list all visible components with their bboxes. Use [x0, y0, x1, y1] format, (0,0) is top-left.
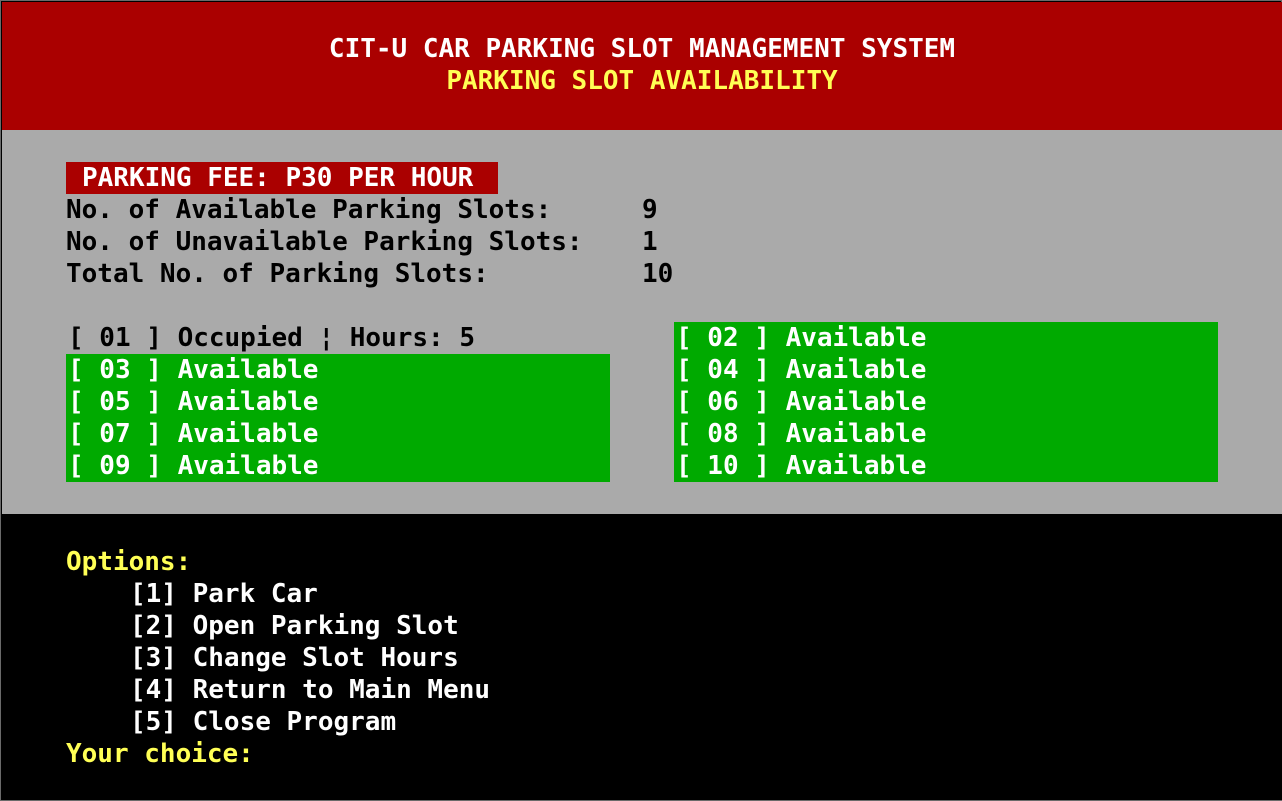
- unavailable-slots-label: No. of Unavailable Parking Slots:: [66, 227, 583, 257]
- slot-07-label: [ 07 ] Available: [68, 419, 319, 449]
- slot-status-panel: PARKING FEE: P30 PER HOUR No. of Availab…: [2, 130, 1282, 514]
- slot-05-label: [ 05 ] Available: [68, 387, 319, 417]
- slot-09-label: [ 09 ] Available: [68, 451, 319, 481]
- slot-01-label: [ 01 ] Occupied ¦ Hours: 5: [68, 323, 475, 353]
- options-panel: Options: [1] Park Car [2] Open Parking S…: [2, 514, 1282, 800]
- slot-02: [ 02 ] Available: [674, 322, 1218, 354]
- header-banner: CIT-U CAR PARKING SLOT MANAGEMENT SYSTEM…: [2, 2, 1282, 130]
- console-window: CIT-U CAR PARKING SLOT MANAGEMENT SYSTEM…: [0, 0, 1282, 801]
- app-title: CIT-U CAR PARKING SLOT MANAGEMENT SYSTEM: [328, 34, 956, 64]
- slot-08-label: [ 08 ] Available: [676, 419, 927, 449]
- slot-06: [ 06 ] Available: [674, 386, 1218, 418]
- slot-10-label: [ 10 ] Available: [676, 451, 927, 481]
- slot-06-label: [ 06 ] Available: [676, 387, 927, 417]
- parking-fee-badge: PARKING FEE: P30 PER HOUR: [66, 162, 498, 194]
- slot-04: [ 04 ] Available: [674, 354, 1218, 386]
- available-slots-label: No. of Available Parking Slots:: [66, 195, 552, 225]
- slot-07: [ 07 ] Available: [66, 418, 610, 450]
- available-slots-value: 9: [642, 195, 658, 225]
- options-title: Options:: [66, 547, 192, 577]
- total-slots-value: 10: [642, 259, 674, 289]
- screen-subtitle: PARKING SLOT AVAILABILITY: [446, 66, 838, 96]
- slot-03-label: [ 03 ] Available: [68, 355, 319, 385]
- slot-05: [ 05 ] Available: [66, 386, 610, 418]
- slot-02-label: [ 02 ] Available: [676, 323, 927, 353]
- parking-fee-text: PARKING FEE: P30 PER HOUR: [82, 163, 474, 193]
- slot-04-label: [ 04 ] Available: [676, 355, 927, 385]
- slot-10: [ 10 ] Available: [674, 450, 1218, 482]
- slot-09: [ 09 ] Available: [66, 450, 610, 482]
- slot-01: [ 01 ] Occupied ¦ Hours: 5: [66, 322, 610, 354]
- option-close-program: [5] Close Program: [130, 707, 397, 737]
- slot-03: [ 03 ] Available: [66, 354, 610, 386]
- slot-08: [ 08 ] Available: [674, 418, 1218, 450]
- option-open-parking-slot: [2] Open Parking Slot: [130, 611, 459, 641]
- choice-prompt[interactable]: Your choice:: [66, 738, 254, 770]
- total-slots-label: Total No. of Parking Slots:: [66, 259, 489, 289]
- option-change-slot-hours: [3] Change Slot Hours: [130, 643, 459, 673]
- option-park-car: [1] Park Car: [130, 579, 318, 609]
- unavailable-slots-value: 1: [642, 227, 658, 257]
- option-return-main-menu: [4] Return to Main Menu: [130, 675, 491, 705]
